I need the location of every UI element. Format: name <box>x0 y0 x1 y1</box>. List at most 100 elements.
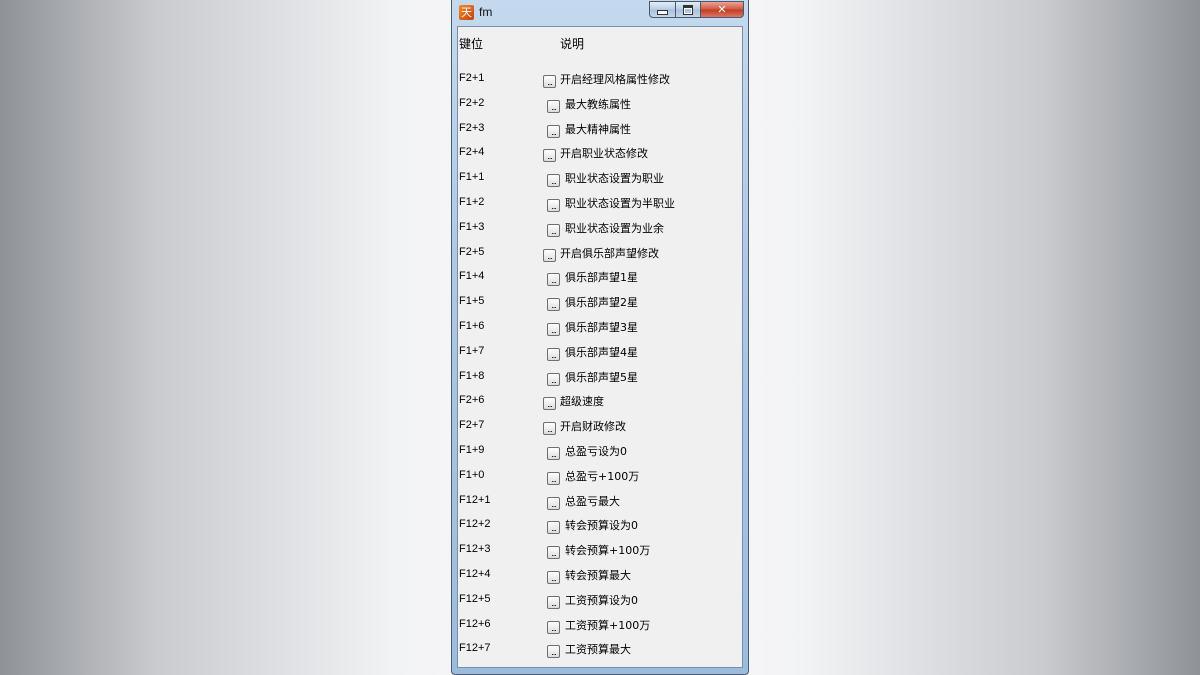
hotkey-description: 俱乐部声望2星 <box>565 296 638 310</box>
hotkey-key: F2+6 <box>459 394 485 407</box>
hotkey-key: F1+7 <box>459 344 485 357</box>
hotkey-description: 俱乐部声望4星 <box>565 345 638 359</box>
hotkey-row: F2+7... 开启财政修改 <box>458 416 742 436</box>
hotkey-toggle-button[interactable]: ... <box>547 99 560 113</box>
hotkey-row: F1+6... 俱乐部声望3星 <box>458 317 742 337</box>
hotkey-row: F12+7... 工资预算最大 <box>458 639 742 659</box>
hack-tool-icon[interactable]: 天 <box>459 5 474 20</box>
hotkey-row: F12+5... 工资预算设为0 <box>458 590 742 610</box>
header-description-column: 说明 <box>560 37 585 51</box>
hotkey-row: F1+0... 总盈亏+100万 <box>458 466 742 486</box>
hotkey-description: 总盈亏设为0 <box>565 445 627 458</box>
close-button[interactable]: ✕ <box>700 1 744 18</box>
hotkey-row: F1+7... 俱乐部声望4星 <box>458 342 742 362</box>
hotkey-row: F1+8... 俱乐部声望5星 <box>458 367 742 387</box>
hotkey-key: F12+2 <box>459 518 491 531</box>
hotkey-description: 开启俱乐部声望修改 <box>560 246 659 260</box>
hotkey-toggle-button[interactable]: ... <box>547 223 560 237</box>
hotkey-toggle-button[interactable]: ... <box>543 149 556 163</box>
hotkey-toggle-button[interactable]: ... <box>543 422 556 436</box>
hotkey-description: 超级速度 <box>560 395 604 409</box>
hotkey-description: 职业状态设置为业余 <box>565 221 664 235</box>
minimize-button[interactable] <box>649 1 676 18</box>
hotkey-key: F1+0 <box>459 468 485 481</box>
app-window: 天 fm ✕ 键位 说明 F2+1... 开启经理风格属性修改 F2+2... 最大教… <box>451 0 749 675</box>
hotkey-key: F12+4 <box>459 568 491 580</box>
hotkey-key: F1+5 <box>459 295 485 308</box>
hotkey-toggle-button[interactable]: ... <box>547 546 560 560</box>
hotkey-toggle-button[interactable]: ... <box>547 273 560 287</box>
hotkey-description: 俱乐部声望3星 <box>565 321 638 334</box>
hotkey-row: F12+2... 转会预算设为0 <box>458 515 742 535</box>
hotkey-description: 工资预算+100万 <box>565 618 651 632</box>
hotkey-toggle-button[interactable]: ... <box>547 471 560 485</box>
hotkey-toggle-button[interactable]: ... <box>547 645 560 659</box>
hotkey-key: F12+6 <box>459 617 491 630</box>
hotkey-toggle-button[interactable]: ... <box>547 571 560 584</box>
hotkey-description: 俱乐部声望1星 <box>565 271 638 285</box>
hotkey-description: 转会预算设为0 <box>565 519 638 533</box>
hotkey-description: 开启职业状态修改 <box>560 147 648 161</box>
hotkey-toggle-button[interactable]: ... <box>547 347 560 361</box>
hotkey-key: F2+4 <box>459 146 485 159</box>
hotkey-key: F12+5 <box>459 592 491 605</box>
hotkey-toggle-button[interactable]: ... <box>547 595 560 609</box>
hotkey-row: F1+2... 职业状态设置为半职业 <box>458 193 742 213</box>
window-title: fm <box>479 5 493 19</box>
hotkey-key: F1+4 <box>459 270 485 283</box>
hotkey-key: F2+3 <box>459 121 485 134</box>
hotkey-key: F2+2 <box>459 96 485 109</box>
minimize-icon <box>657 10 668 15</box>
hotkey-key: F12+1 <box>459 493 491 506</box>
hotkey-toggle-button[interactable]: ... <box>547 323 560 336</box>
hotkey-row: F2+6... 超级速度 <box>458 391 742 411</box>
hotkey-row: F2+1... 开启经理风格属性修改 <box>458 69 742 89</box>
hotkey-toggle-button[interactable]: ... <box>547 174 560 188</box>
header-key-column: 键位 <box>459 37 484 51</box>
hotkey-row: F2+3... 最大精神属性 <box>458 119 742 139</box>
hotkey-row: F2+5... 开启俱乐部声望修改 <box>458 243 742 263</box>
hotkey-toggle-button[interactable]: ... <box>547 298 560 312</box>
hotkey-toggle-button[interactable]: ... <box>547 496 560 510</box>
hotkey-key: F1+2 <box>459 196 485 208</box>
hotkey-toggle-button[interactable]: ... <box>547 372 560 386</box>
hotkey-toggle-button[interactable]: ... <box>547 521 560 535</box>
hotkey-description: 工资预算最大 <box>565 643 631 657</box>
hotkey-description: 最大教练属性 <box>565 97 631 111</box>
hotkey-description: 转会预算+100万 <box>565 544 651 558</box>
hotkey-description: 转会预算最大 <box>565 569 631 582</box>
maximize-button[interactable] <box>675 1 701 18</box>
hotkey-key: F2+5 <box>459 245 485 258</box>
hotkey-key: F12+3 <box>459 543 491 556</box>
hotkey-row: F12+6... 工资预算+100万 <box>458 615 742 635</box>
hotkey-row: F12+3... 转会预算+100万 <box>458 540 742 560</box>
hotkey-toggle-button[interactable]: ... <box>543 397 556 411</box>
hotkey-toggle-button[interactable]: ... <box>543 248 556 262</box>
hotkey-key: F12+7 <box>459 642 491 655</box>
hotkey-row: F1+5... 俱乐部声望2星 <box>458 292 742 312</box>
hotkey-row: F1+1... 职业状态设置为职业 <box>458 168 742 188</box>
hotkey-key: F1+8 <box>459 369 485 382</box>
hotkey-description: 开启经理风格属性修改 <box>560 73 670 86</box>
hotkey-toggle-button[interactable]: ... <box>547 199 560 212</box>
hotkey-toggle-button[interactable]: ... <box>547 124 560 138</box>
hotkey-row: F2+2... 最大教练属性 <box>458 94 742 114</box>
hotkey-description: 开启财政修改 <box>560 420 626 434</box>
hotkey-description: 俱乐部声望5星 <box>565 370 638 384</box>
hotkey-toggle-button[interactable]: ... <box>547 447 560 460</box>
hotkey-row: F12+1... 总盈亏最大 <box>458 491 742 511</box>
hotkey-description: 总盈亏+100万 <box>565 469 640 483</box>
hotkey-key: F2+1 <box>459 72 485 84</box>
hotkey-toggle-button[interactable]: ... <box>547 620 560 634</box>
maximize-icon <box>683 5 693 15</box>
hotkey-description: 工资预算设为0 <box>565 593 638 607</box>
hotkey-key: F1+6 <box>459 320 485 332</box>
title-bar[interactable]: 天 fm ✕ <box>452 0 748 26</box>
hotkey-description: 职业状态设置为半职业 <box>565 197 675 210</box>
hotkey-panel: 键位 说明 F2+1... 开启经理风格属性修改 F2+2... 最大教练属性 F2+3… <box>457 26 743 668</box>
hotkey-toggle-button[interactable]: ... <box>543 75 556 88</box>
hotkey-row: F1+9... 总盈亏设为0 <box>458 441 742 461</box>
hotkey-description: 职业状态设置为职业 <box>565 172 664 186</box>
hotkey-key: F2+7 <box>459 419 485 432</box>
hotkey-key: F1+1 <box>459 171 485 184</box>
